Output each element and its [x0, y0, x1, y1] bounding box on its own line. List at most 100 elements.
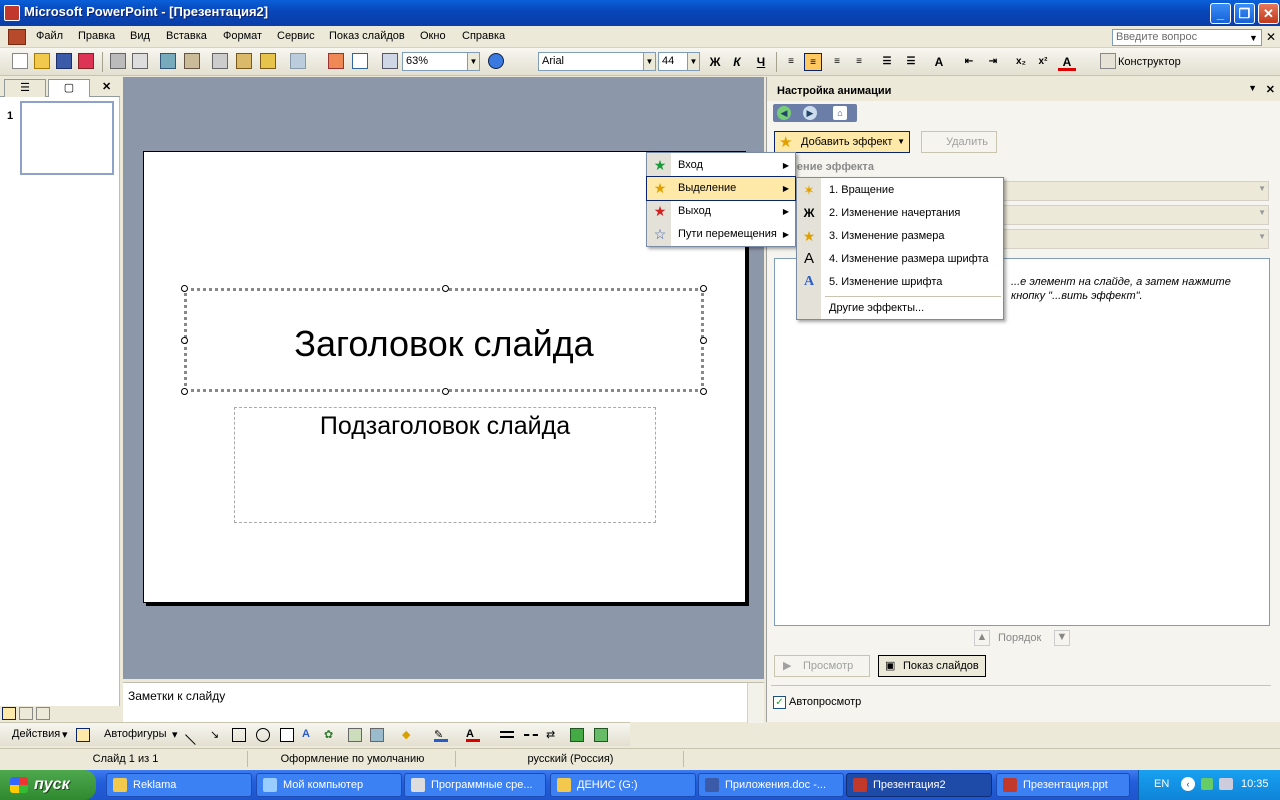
undo-icon[interactable]	[290, 53, 306, 69]
print-icon[interactable]	[110, 53, 126, 69]
save-icon[interactable]	[56, 53, 72, 69]
menu-file[interactable]: Файл	[36, 30, 63, 42]
forward-icon[interactable]: ▶	[803, 106, 817, 120]
chevron-down-icon[interactable]: ▼	[467, 53, 479, 70]
autopreview-checkbox[interactable]: ✓ Автопросмотр	[773, 695, 861, 711]
cut-icon[interactable]	[212, 53, 228, 69]
spelling-icon[interactable]	[160, 53, 176, 69]
minimize-button[interactable]: _	[1210, 3, 1231, 24]
font-color-icon[interactable]: A	[466, 728, 480, 742]
decrease-indent-icon[interactable]: ⇤	[960, 53, 978, 71]
close-button[interactable]: ✕	[1258, 3, 1279, 24]
move-down-icon[interactable]: ▼	[1054, 630, 1070, 646]
actions-menu[interactable]: Действия	[12, 728, 60, 740]
chevron-down-icon[interactable]: ▼	[1248, 83, 1257, 93]
sorter-view-icon[interactable]	[19, 707, 33, 720]
bullet-list-icon[interactable]: ☰	[902, 53, 920, 71]
title-placeholder[interactable]: Заголовок слайда	[181, 285, 707, 395]
picture-icon[interactable]	[370, 728, 384, 742]
research-icon[interactable]	[184, 53, 200, 69]
chevron-down-icon[interactable]: ▼	[687, 53, 699, 70]
wordart-icon[interactable]: A	[302, 728, 316, 742]
submenu-item-more-effects[interactable]: Другие эффекты...	[797, 297, 1003, 320]
insert-table-icon[interactable]	[352, 53, 368, 69]
pointer-icon[interactable]	[76, 728, 90, 742]
bold-button[interactable]: Ж	[706, 53, 724, 71]
textbox-icon[interactable]	[280, 728, 294, 742]
tab-outline[interactable]: ☰	[4, 79, 46, 97]
slide-thumbnail[interactable]	[20, 101, 114, 175]
print-preview-icon[interactable]	[132, 53, 148, 69]
menu-insert[interactable]: Вставка	[166, 30, 207, 42]
submenu-item-change-style[interactable]: Ж 2. Изменение начертания	[797, 202, 1003, 225]
slide-title[interactable]: Заголовок слайда	[187, 323, 701, 365]
increase-font-icon[interactable]: A	[930, 53, 948, 71]
property-select[interactable]: ▼	[999, 205, 1269, 225]
normal-view-icon[interactable]	[2, 707, 16, 720]
task-item[interactable]: Мой компьютер	[256, 773, 402, 797]
notes-scrollbar[interactable]	[747, 683, 764, 723]
resize-handle[interactable]	[181, 388, 188, 395]
insert-chart-icon[interactable]	[328, 53, 344, 69]
superscript-icon[interactable]: x²	[1034, 53, 1052, 71]
close-icon[interactable]: ✕	[102, 80, 111, 93]
design-button[interactable]: Конструктор	[1118, 56, 1181, 68]
line-color-icon[interactable]: ✎	[434, 728, 448, 742]
line-style-icon[interactable]	[500, 731, 514, 738]
speed-select[interactable]: ▼	[999, 229, 1269, 249]
increase-indent-icon[interactable]: ⇥	[984, 53, 1002, 71]
start-button[interactable]: пуск	[0, 770, 96, 800]
zoom-select[interactable]: 63% ▼	[402, 52, 480, 71]
clipart-icon[interactable]	[348, 728, 362, 742]
home-icon[interactable]: ⌂	[833, 106, 847, 120]
help-icon[interactable]	[488, 53, 504, 69]
help-search-input[interactable]: Введите вопрос ▼	[1112, 29, 1262, 46]
task-item[interactable]: Приложения.doc -...	[698, 773, 844, 797]
diagram-icon[interactable]: ✿	[324, 728, 338, 742]
chevron-down-icon[interactable]: ▾	[62, 728, 68, 741]
resize-handle[interactable]	[700, 337, 707, 344]
paste-icon[interactable]	[236, 53, 252, 69]
preview-button[interactable]: ▶ Просмотр	[774, 655, 870, 677]
resize-handle[interactable]	[442, 388, 449, 395]
submenu-item-font-size[interactable]: A 4. Изменение размера шрифта	[797, 248, 1003, 271]
underline-button[interactable]: Ч	[752, 53, 770, 71]
menu-window[interactable]: Окно	[420, 30, 446, 42]
subscript-icon[interactable]: x₂	[1012, 53, 1030, 71]
arrow-icon[interactable]: ↘	[210, 728, 224, 742]
notes-pane[interactable]: Заметки к слайду	[123, 682, 764, 723]
document-close-button[interactable]: ✕	[1266, 30, 1276, 44]
resize-handle[interactable]	[442, 285, 449, 292]
resize-handle[interactable]	[700, 388, 707, 395]
remove-button[interactable]: Удалить	[921, 131, 997, 153]
menu-item-motion-paths[interactable]: ☆ Пути перемещения ▶	[647, 223, 795, 246]
submenu-item-change-font[interactable]: A 5. Изменение шрифта	[797, 271, 1003, 294]
checkmark-icon[interactable]: ✓	[773, 696, 786, 709]
resize-handle[interactable]	[700, 285, 707, 292]
oval-icon[interactable]	[256, 728, 270, 742]
menu-help[interactable]: Справка	[462, 30, 505, 42]
task-item[interactable]: Презентация.ppt	[996, 773, 1130, 797]
numbered-list-icon[interactable]: ☰	[878, 53, 896, 71]
notes-placeholder[interactable]: Заметки к слайду	[128, 689, 225, 703]
tab-slides[interactable]: ▢	[48, 79, 90, 97]
align-right-icon[interactable]: ≡	[828, 53, 846, 71]
task-item[interactable]: Программные сре...	[404, 773, 546, 797]
shadow-icon[interactable]	[570, 728, 584, 742]
menu-edit[interactable]: Правка	[78, 30, 115, 42]
slideshow-view-icon[interactable]	[36, 707, 50, 720]
back-icon[interactable]: ◀	[777, 106, 791, 120]
close-icon[interactable]: ✕	[1266, 83, 1275, 96]
3d-icon[interactable]	[594, 728, 608, 742]
maximize-button[interactable]: ❐	[1234, 3, 1255, 24]
autoshapes-menu[interactable]: Автофигуры	[104, 728, 167, 740]
move-up-icon[interactable]: ▲	[974, 630, 990, 646]
subtitle-placeholder[interactable]: Подзаголовок слайда	[234, 407, 656, 523]
menu-item-exit[interactable]: ★ Выход ▶	[647, 200, 795, 223]
add-effect-button[interactable]: ★ Добавить эффект ▼	[774, 131, 910, 153]
menu-item-entrance[interactable]: ★ Вход ▶	[647, 154, 795, 177]
arrow-style-icon[interactable]: ⇄	[546, 728, 560, 742]
submenu-item-grow[interactable]: ★ 3. Изменение размера	[797, 225, 1003, 248]
rectangle-icon[interactable]	[232, 728, 246, 742]
menu-item-emphasis[interactable]: ★ Выделение ▶	[646, 176, 796, 201]
